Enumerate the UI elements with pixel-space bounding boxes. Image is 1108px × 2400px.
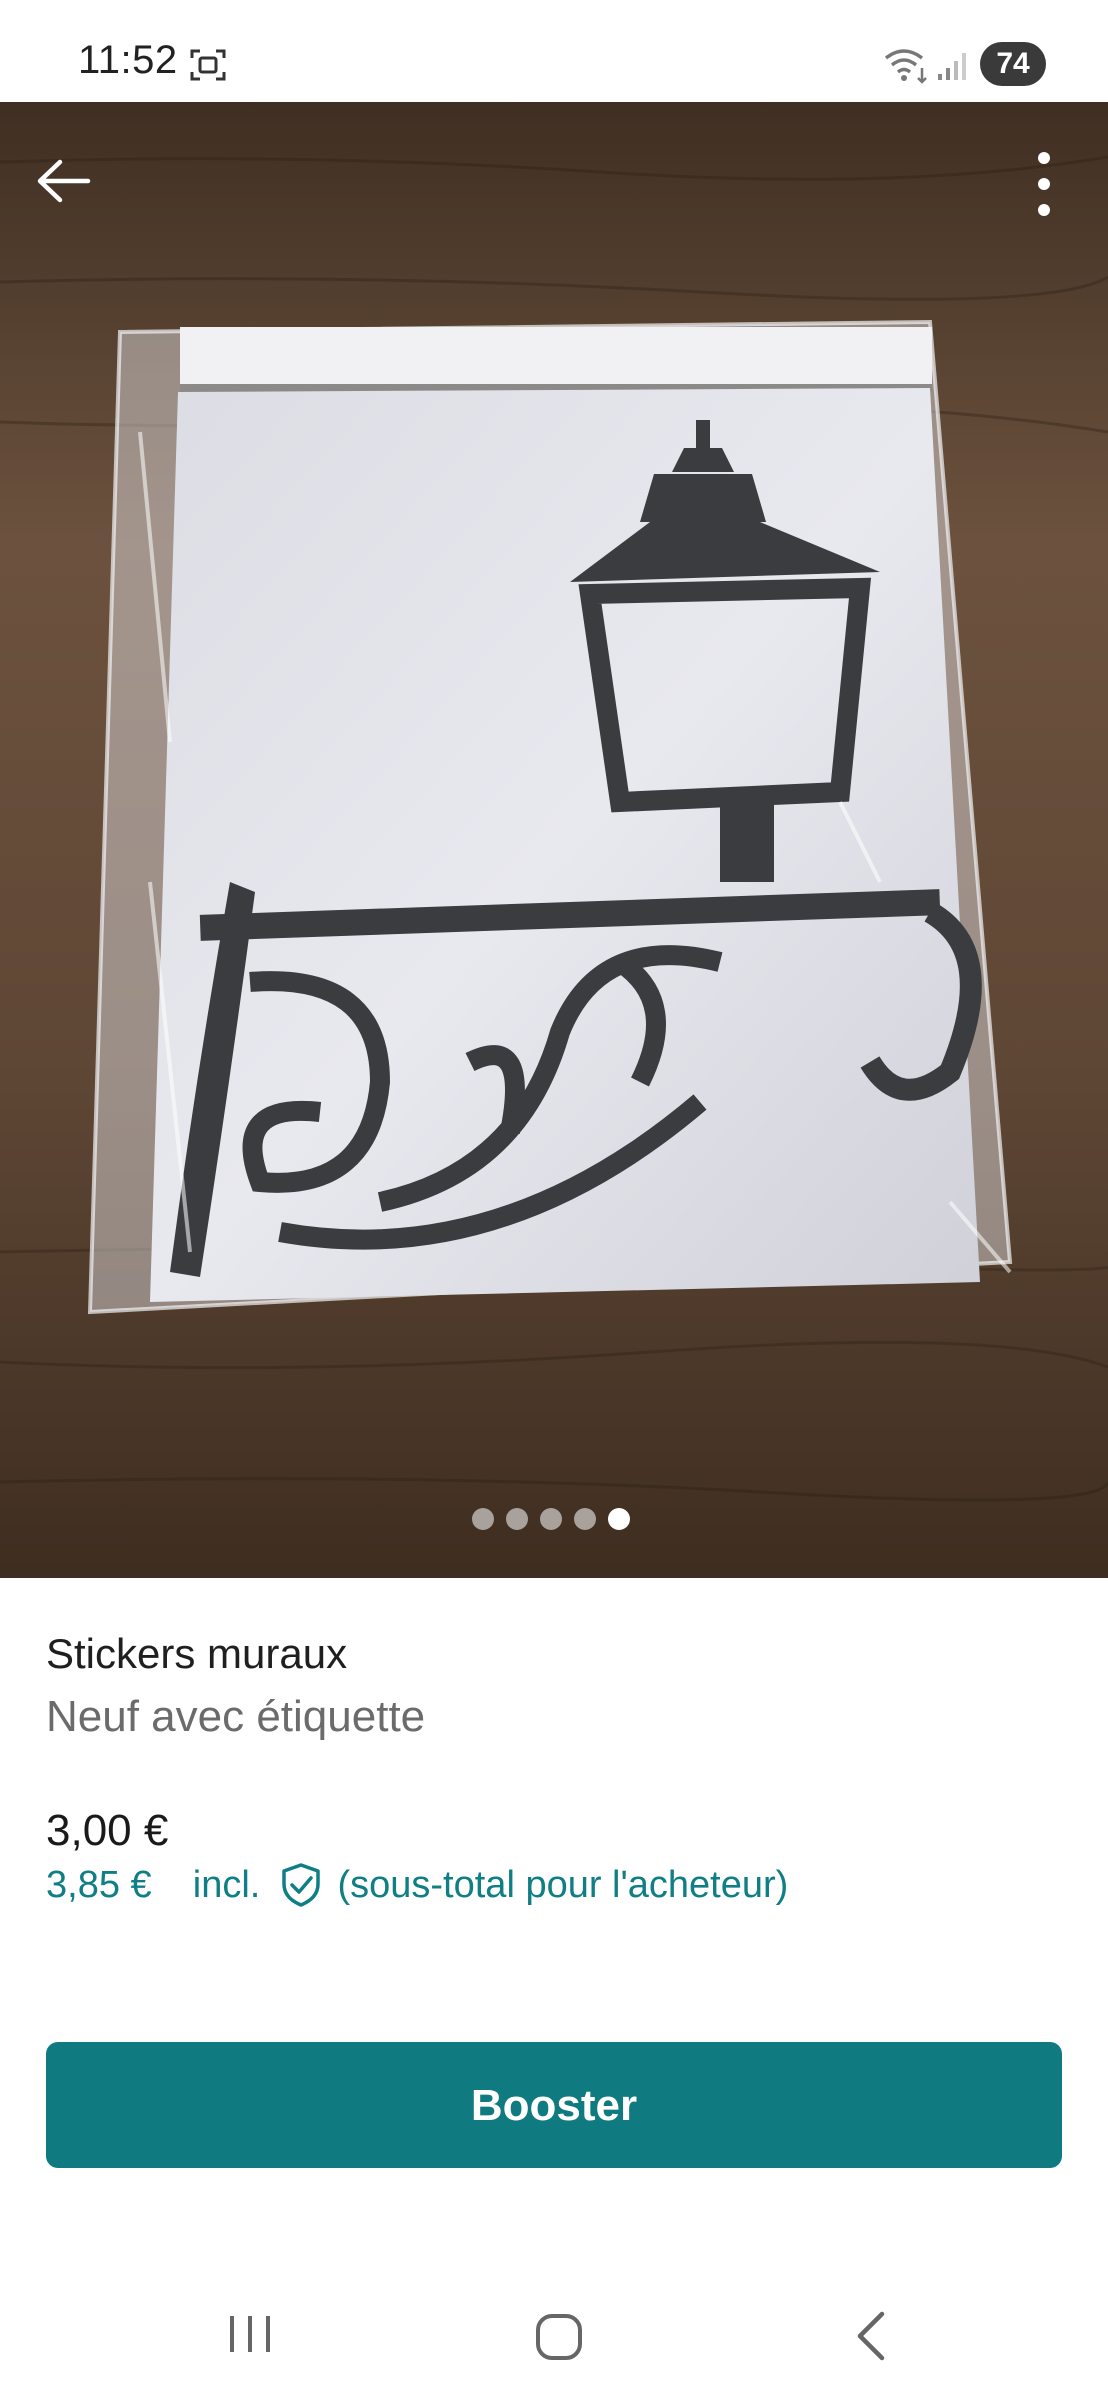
boost-button[interactable]: Booster (46, 2042, 1062, 2168)
shield-check-icon (282, 1863, 320, 1907)
photo-carousel[interactable] (0, 102, 1108, 1578)
carousel-dot-active[interactable] (608, 1508, 630, 1530)
carousel-pagination[interactable] (470, 1508, 640, 1534)
status-bar: 11:52 74 (0, 0, 1108, 102)
home-icon[interactable] (534, 2312, 584, 2362)
system-nav-bar (0, 2280, 1108, 2400)
item-price: 3,00 € (46, 1806, 169, 1855)
buyer-price-note: (sous-total pour l'acheteur) (337, 1863, 789, 1906)
item-title: Stickers muraux (46, 1630, 348, 1677)
wifi-icon (884, 49, 927, 84)
signal-icon (938, 53, 966, 80)
screenshot-icon (190, 49, 226, 81)
more-vertical-icon[interactable] (1016, 148, 1072, 220)
item-condition: Neuf avec étiquette (46, 1692, 426, 1741)
carousel-dot[interactable] (574, 1508, 596, 1530)
carousel-dot[interactable] (506, 1508, 528, 1530)
recent-apps-icon[interactable] (226, 2312, 274, 2356)
battery-indicator: 74 (980, 42, 1046, 86)
carousel-dot[interactable] (540, 1508, 562, 1530)
back-icon[interactable] (850, 2310, 890, 2362)
status-time: 11:52 (78, 38, 178, 82)
incl-label: incl. (192, 1863, 261, 1906)
product-photo (0, 102, 1108, 1578)
buyer-price: 3,85 € (46, 1863, 152, 1906)
buyer-price-info[interactable]: 3,85 € incl. (sous-total pour l'acheteur… (46, 1862, 788, 1918)
back-arrow-icon[interactable] (30, 148, 96, 214)
carousel-dot[interactable] (472, 1508, 494, 1530)
